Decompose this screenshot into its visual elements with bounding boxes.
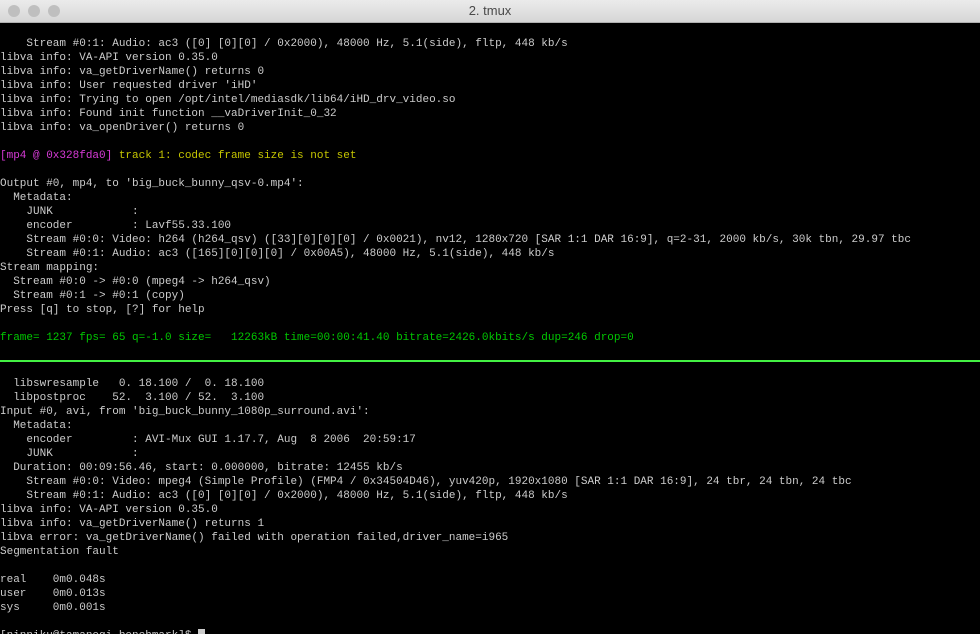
terminal-line: libva info: va_openDriver() returns 0: [0, 121, 980, 135]
terminal-line: libva info: Found init function __vaDriv…: [0, 107, 980, 121]
warn-tag: [mp4 @ 0x328fda0]: [0, 150, 112, 162]
terminal-line: Metadata:: [0, 419, 980, 433]
terminal-line: libva error: va_getDriverName() failed w…: [0, 531, 980, 545]
terminal-line: Stream #0:0 -> #0:0 (mpeg4 -> h264_qsv): [0, 275, 980, 289]
terminal-line: Stream #0:0: Video: h264 (h264_qsv) ([33…: [0, 233, 980, 247]
terminal-line: Duration: 00:09:56.46, start: 0.000000, …: [0, 461, 980, 475]
titlebar: 2. tmux: [0, 0, 980, 23]
warn-msg: track 1: codec frame size is not set: [112, 150, 356, 162]
terminal-line: libva info: User requested driver 'iHD': [0, 79, 980, 93]
terminal-line: real 0m0.048s: [0, 573, 980, 587]
terminal-line: Stream #0:1: Audio: ac3 ([0] [0][0] / 0x…: [0, 489, 980, 503]
terminal-line: Stream #0:1: Audio: ac3 ([0] [0][0] / 0x…: [0, 37, 980, 51]
terminal-line: libva info: Trying to open /opt/intel/me…: [0, 93, 980, 107]
terminal-line: libpostproc 52. 3.100 / 52. 3.100: [0, 391, 980, 405]
window-title: 2. tmux: [0, 4, 980, 18]
terminal-line: encoder : Lavf55.33.100: [0, 219, 980, 233]
cursor-icon: [198, 629, 205, 634]
terminal-line: libva info: VA-API version 0.35.0: [0, 503, 980, 517]
terminal-line: libva info: va_getDriverName() returns 1: [0, 517, 980, 531]
terminal-line: Segmentation fault: [0, 545, 980, 559]
terminal-line: encoder : AVI-Mux GUI 1.17.7, Aug 8 2006…: [0, 433, 980, 447]
shell-prompt: [ninniku@tamanegi benchmark]$: [0, 630, 198, 634]
progress-line: frame= 1237 fps= 65 q=-1.0 size= 12263kB…: [0, 331, 980, 345]
terminal-line: libva info: VA-API version 0.35.0: [0, 51, 980, 65]
terminal-line: Stream #0:0: Video: mpeg4 (Simple Profil…: [0, 475, 980, 489]
terminal-line: [0, 559, 980, 573]
terminal-line: Stream #0:1: Audio: ac3 ([165][0][0][0] …: [0, 247, 980, 261]
terminal-line: Metadata:: [0, 191, 980, 205]
terminal-line: Press [q] to stop, [?] for help: [0, 303, 980, 317]
terminal[interactable]: Stream #0:1: Audio: ac3 ([0] [0][0] / 0x…: [0, 23, 980, 634]
terminal-line: Input #0, avi, from 'big_buck_bunny_1080…: [0, 405, 980, 419]
terminal-line: libva info: va_getDriverName() returns 0: [0, 65, 980, 79]
terminal-line: Stream #0:1 -> #0:1 (copy): [0, 289, 980, 303]
terminal-line: JUNK :: [0, 447, 980, 461]
terminal-line: sys 0m0.001s: [0, 601, 980, 615]
terminal-line: JUNK :: [0, 205, 980, 219]
terminal-line: libswresample 0. 18.100 / 0. 18.100: [0, 377, 980, 391]
terminal-line: Output #0, mp4, to 'big_buck_bunny_qsv-0…: [0, 177, 980, 191]
pane-divider[interactable]: [0, 360, 980, 362]
terminal-line: user 0m0.013s: [0, 587, 980, 601]
terminal-line: Stream mapping:: [0, 261, 980, 275]
